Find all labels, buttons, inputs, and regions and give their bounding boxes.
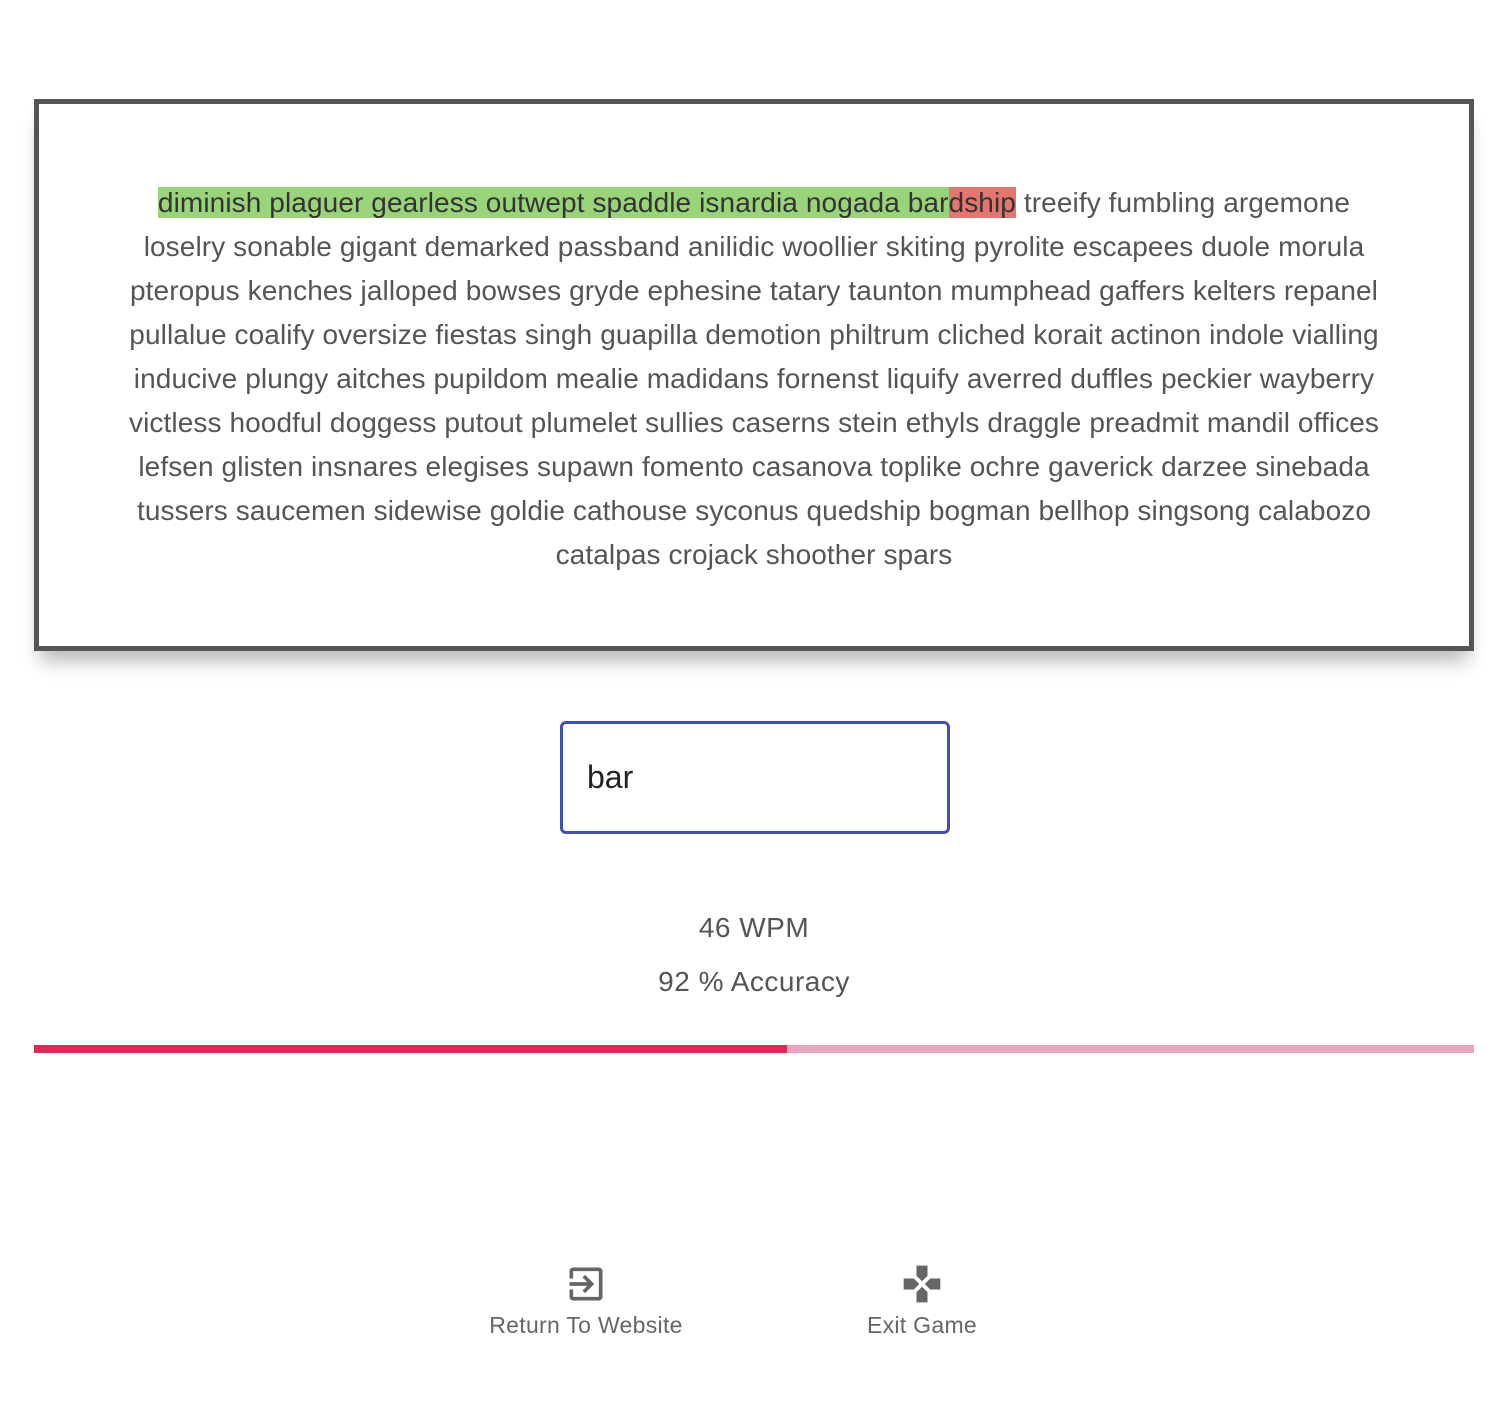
passage-text: diminish plaguer gearless outwept spaddl… <box>119 181 1389 577</box>
progress-bar-fill <box>34 1045 788 1053</box>
remaining-text: treeify fumbling argemone loselry sonabl… <box>128 187 1380 570</box>
accuracy-stat: 92 % Accuracy <box>658 966 850 997</box>
return-to-website-label: Return To Website <box>489 1312 683 1338</box>
exit-to-app-icon <box>569 1267 603 1301</box>
typed-correct-text: diminish plaguer gearless outwept spaddl… <box>157 187 949 218</box>
exit-game-label: Exit Game <box>866 1312 978 1338</box>
typing-input[interactable] <box>560 721 950 834</box>
progress-bar <box>34 1045 1474 1053</box>
passage-panel: diminish plaguer gearless outwept spaddl… <box>34 99 1474 651</box>
typed-error-text: dship <box>948 187 1016 218</box>
exit-game-button[interactable]: Exit Game <box>852 1262 992 1339</box>
wpm-stat: 46 WPM <box>698 912 810 943</box>
return-to-website-button[interactable]: Return To Website <box>486 1262 686 1339</box>
gamepad-icon <box>903 1265 941 1303</box>
